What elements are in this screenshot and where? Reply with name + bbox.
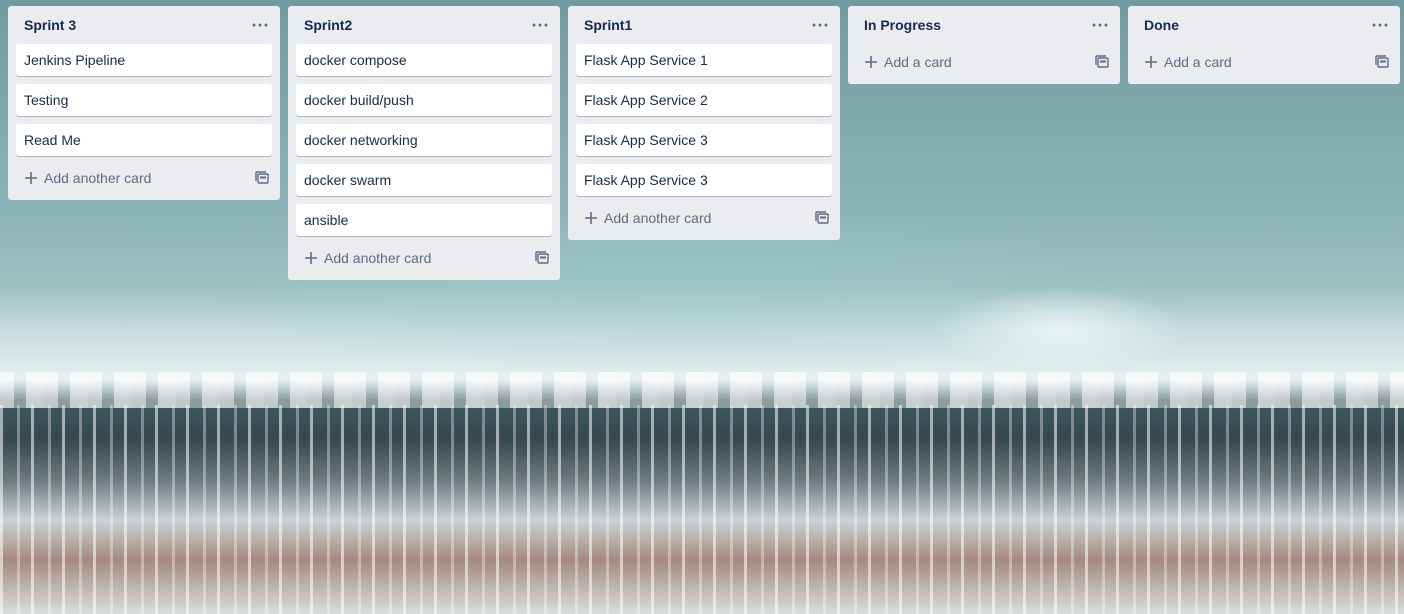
- list-header: Sprint2: [288, 6, 560, 44]
- card[interactable]: docker compose: [296, 44, 552, 76]
- card[interactable]: Jenkins Pipeline: [16, 44, 272, 76]
- card[interactable]: Flask App Service 3: [576, 124, 832, 156]
- plus-icon: [305, 252, 317, 264]
- card[interactable]: docker networking: [296, 124, 552, 156]
- add-card-label: Add a card: [1164, 54, 1232, 70]
- ellipsis-icon[interactable]: [1088, 15, 1112, 35]
- plus-icon: [865, 56, 877, 68]
- background-surf-streaks: [0, 405, 1404, 614]
- add-card-label: Add a card: [884, 54, 952, 70]
- list-header: In Progress: [848, 6, 1120, 44]
- list-done: Done Add a card: [1128, 6, 1400, 84]
- card-composer: Add another card: [8, 160, 280, 196]
- add-card-button[interactable]: Add another card: [304, 250, 431, 266]
- ellipsis-icon[interactable]: [248, 15, 272, 35]
- add-card-button[interactable]: Add another card: [584, 210, 711, 226]
- list-in-progress: In Progress Add a card: [848, 6, 1120, 84]
- card-list: Flask App Service 1 Flask App Service 2 …: [568, 44, 840, 196]
- add-card-label: Add another card: [324, 250, 432, 266]
- card[interactable]: Flask App Service 3: [576, 164, 832, 196]
- list-title[interactable]: Sprint1: [584, 17, 632, 33]
- card[interactable]: docker swarm: [296, 164, 552, 196]
- plus-icon: [25, 172, 37, 184]
- add-card-label: Add another card: [44, 170, 152, 186]
- card-composer: Add another card: [568, 200, 840, 236]
- card-list: docker compose docker build/push docker …: [288, 44, 560, 236]
- list-header: Done: [1128, 6, 1400, 44]
- ellipsis-icon[interactable]: [528, 15, 552, 35]
- add-card-label: Add another card: [604, 210, 712, 226]
- card-template-icon[interactable]: [1094, 54, 1110, 70]
- board-canvas: Sprint 3 Jenkins Pipeline Testing Read M…: [0, 0, 1404, 614]
- list-title[interactable]: Done: [1144, 17, 1179, 33]
- card-composer: Add another card: [288, 240, 560, 276]
- ellipsis-icon[interactable]: [1368, 15, 1392, 35]
- card[interactable]: Flask App Service 1: [576, 44, 832, 76]
- add-card-button[interactable]: Add another card: [24, 170, 151, 186]
- add-card-button[interactable]: Add a card: [864, 54, 952, 70]
- card-template-icon[interactable]: [1374, 54, 1390, 70]
- list-title[interactable]: Sprint 3: [24, 17, 76, 33]
- list-title[interactable]: In Progress: [864, 17, 941, 33]
- background-wave-foam: [0, 372, 1404, 408]
- card-composer: Add a card: [1128, 44, 1400, 80]
- card[interactable]: Testing: [16, 84, 272, 116]
- ellipsis-icon[interactable]: [808, 15, 832, 35]
- add-card-button[interactable]: Add a card: [1144, 54, 1232, 70]
- list-sprint2: Sprint2 docker compose docker build/push…: [288, 6, 560, 280]
- card-list: Jenkins Pipeline Testing Read Me: [8, 44, 280, 156]
- list-header: Sprint1: [568, 6, 840, 44]
- card[interactable]: docker build/push: [296, 84, 552, 116]
- lists-container: Sprint 3 Jenkins Pipeline Testing Read M…: [8, 6, 1400, 280]
- list-title[interactable]: Sprint2: [304, 17, 352, 33]
- card[interactable]: ansible: [296, 204, 552, 236]
- plus-icon: [585, 212, 597, 224]
- plus-icon: [1145, 56, 1157, 68]
- list-sprint1: Sprint1 Flask App Service 1 Flask App Se…: [568, 6, 840, 240]
- list-sprint-3: Sprint 3 Jenkins Pipeline Testing Read M…: [8, 6, 280, 200]
- card[interactable]: Flask App Service 2: [576, 84, 832, 116]
- card-composer: Add a card: [848, 44, 1120, 80]
- card[interactable]: Read Me: [16, 124, 272, 156]
- card-template-icon[interactable]: [254, 170, 270, 186]
- card-template-icon[interactable]: [534, 250, 550, 266]
- list-header: Sprint 3: [8, 6, 280, 44]
- card-template-icon[interactable]: [814, 210, 830, 226]
